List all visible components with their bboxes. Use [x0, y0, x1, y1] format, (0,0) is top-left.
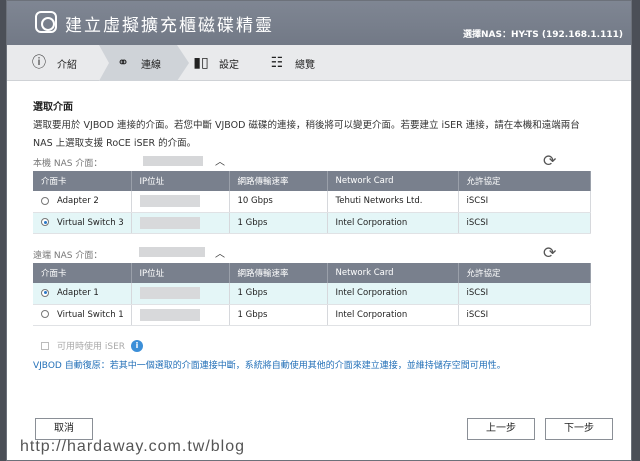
network-card-cell: Intel Corporation	[327, 283, 459, 305]
back-button[interactable]: 上一步	[467, 418, 535, 440]
step-settings[interactable]: ▮▯ 設定	[193, 45, 239, 81]
table-row[interactable]: Adapter 2 10 Gbps Tehuti Networks Ltd. i…	[33, 191, 591, 213]
speed-cell: 1 Gbps	[229, 283, 328, 305]
col-header-network-card: Network Card	[327, 171, 459, 191]
wizard-steps: ⓘ 介紹 ⚭ 連線 ▮▯ 設定 ☷ 總覽	[7, 45, 631, 81]
speed-cell: 10 Gbps	[229, 191, 328, 213]
info-icon: ⓘ	[32, 55, 46, 71]
refresh-icon[interactable]: ⟳	[543, 243, 556, 262]
local-nas-name-redacted	[143, 156, 203, 166]
collapse-caret-icon[interactable]: ︿	[215, 153, 225, 168]
cancel-button[interactable]: 取消	[35, 418, 93, 440]
adapter-name: Virtual Switch 1	[57, 309, 124, 320]
link-icon: ⚭	[117, 55, 129, 71]
col-header-speed: 網路傳輸速率	[229, 171, 328, 191]
table-row[interactable]: Virtual Switch 3 1 Gbps Intel Corporatio…	[33, 212, 591, 234]
step-intro[interactable]: ⓘ 介紹	[31, 45, 77, 81]
radio-button[interactable]	[41, 196, 49, 205]
protocol-cell: iSCSI	[458, 283, 591, 305]
settings-icon: ▮▯	[193, 55, 209, 71]
col-header-adapter: 介面卡	[33, 263, 132, 283]
auto-recovery-note: VJBOD 自動復原：若其中一個選取的介面連接中斷，系統將自動使用其他的介面來建…	[33, 361, 506, 371]
collapse-caret-icon[interactable]: ︿	[215, 245, 225, 260]
local-nas-label: 本機 NAS 介面：	[33, 159, 103, 169]
col-header-protocol: 允許協定	[458, 171, 591, 191]
col-header-speed: 網路傳輸速率	[229, 263, 328, 283]
iser-label: 可用時使用 iSER	[57, 342, 126, 352]
step-connection[interactable]: ⚭ 連線	[99, 45, 177, 81]
table-row[interactable]: Virtual Switch 1 1 Gbps Intel Corporatio…	[33, 304, 591, 326]
step-summary[interactable]: ☷ 總覽	[269, 45, 315, 81]
radio-button[interactable]	[41, 218, 49, 226]
speed-cell: 1 Gbps	[229, 212, 328, 234]
section-title: 選取介面	[33, 102, 73, 113]
selected-nas-label: 選擇NAS：HY-TS (192.168.1.111)	[463, 30, 623, 40]
local-interface-table: 介面卡 IP位址 網路傳輸速率 Network Card 允許協定 Adapte…	[33, 171, 591, 234]
protocol-cell: iSCSI	[458, 191, 591, 213]
refresh-icon[interactable]: ⟳	[543, 151, 556, 170]
ip-redacted	[139, 287, 200, 300]
col-header-network-card: Network Card	[327, 263, 459, 283]
table-row[interactable]: Adapter 1 1 Gbps Intel Corporation iSCSI	[33, 283, 591, 305]
adapter-name: Adapter 2	[57, 196, 99, 207]
iser-option[interactable]: 可用時使用 iSER i	[41, 339, 144, 352]
network-card-cell: Tehuti Networks Ltd.	[327, 191, 459, 213]
protocol-cell: iSCSI	[458, 212, 591, 234]
step-label: 介紹	[57, 59, 77, 71]
remote-interface-table: 介面卡 IP位址 網路傳輸速率 Network Card 允許協定 Adapte…	[33, 263, 591, 326]
window-title: 建立虛擬擴充櫃磁碟精靈	[65, 16, 274, 36]
ip-redacted	[139, 308, 200, 321]
remote-nas-label: 遠端 NAS 介面：	[33, 251, 103, 261]
speed-cell: 1 Gbps	[229, 304, 328, 326]
step-label: 連線	[141, 59, 161, 71]
info-icon[interactable]: i	[131, 339, 144, 352]
ip-redacted	[139, 216, 200, 229]
col-header-ip: IP位址	[131, 263, 230, 283]
remote-nas-name-redacted	[139, 247, 205, 257]
step-label: 總覽	[295, 59, 315, 71]
step-chevron	[99, 45, 109, 81]
network-card-cell: Intel Corporation	[327, 304, 459, 326]
radio-button[interactable]	[41, 288, 49, 297]
ip-redacted	[139, 195, 200, 208]
description-text: 選取要用於 VJBOD 連接的介面。若您中斷 VJBOD 磁碟的連接，稍後將可以…	[33, 120, 580, 149]
col-header-ip: IP位址	[131, 171, 230, 191]
wizard-window: 建立虛擬擴充櫃磁碟精靈 選擇NAS：HY-TS (192.168.1.111) …	[6, 0, 632, 461]
clipboard-icon: ☷	[270, 55, 284, 71]
step-label: 設定	[219, 59, 239, 71]
col-header-protocol: 允許協定	[458, 263, 591, 283]
adapter-name: Adapter 1	[57, 288, 99, 299]
next-button[interactable]: 下一步	[545, 418, 613, 440]
radio-button[interactable]	[41, 310, 49, 318]
iser-checkbox[interactable]	[41, 341, 49, 350]
title-bar: 建立虛擬擴充櫃磁碟精靈 選擇NAS：HY-TS (192.168.1.111)	[7, 1, 631, 45]
vjbod-app-icon	[35, 11, 57, 33]
network-card-cell: Intel Corporation	[327, 212, 459, 234]
adapter-name: Virtual Switch 3	[57, 217, 124, 228]
watermark-text: http://hardaway.com.tw/blog	[20, 438, 246, 455]
protocol-cell: iSCSI	[458, 304, 591, 326]
step-chevron	[177, 45, 189, 81]
col-header-adapter: 介面卡	[33, 171, 132, 191]
